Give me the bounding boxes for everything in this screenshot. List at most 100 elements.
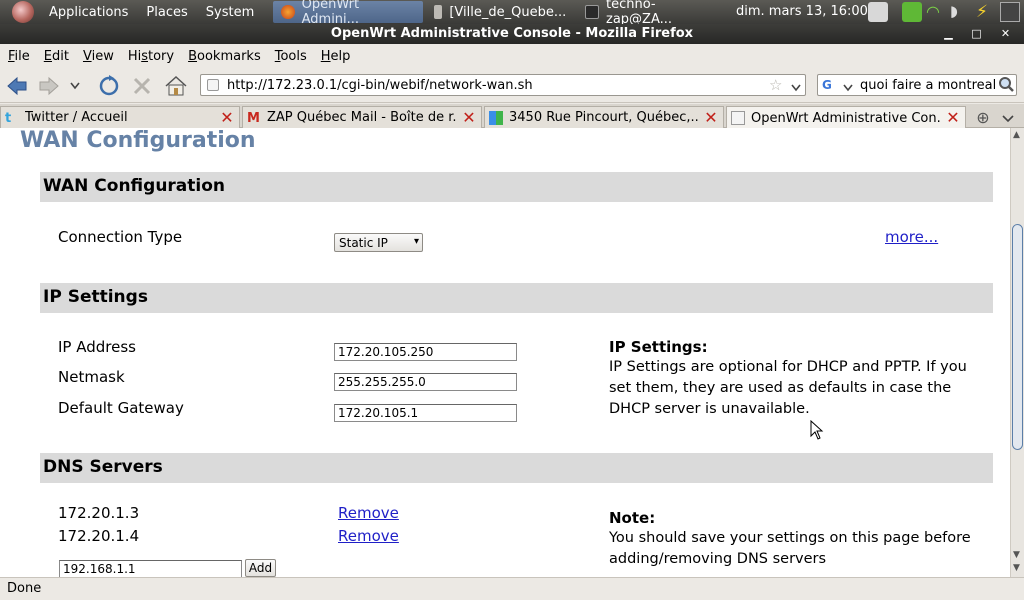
twitter-favicon-icon: t <box>5 110 12 126</box>
maps-favicon-icon <box>489 110 503 125</box>
site-identity-icon[interactable] <box>207 79 219 91</box>
menu-label: ile <box>14 48 30 64</box>
taskbar-firefox[interactable]: OpenWrt Admini... <box>273 0 424 27</box>
connection-type-label: Connection Type <box>58 228 183 246</box>
close-tab-icon[interactable]: ✕ <box>219 109 235 126</box>
window-titlebar: OpenWrt Administrative Console - Mozilla… <box>0 24 1024 44</box>
gmail-favicon-icon: M <box>247 110 260 126</box>
engine-dropdown-icon[interactable] <box>843 81 853 96</box>
menu-label: tory <box>148 48 175 64</box>
system-menu[interactable]: System <box>197 5 263 20</box>
search-input[interactable] <box>860 76 996 94</box>
url-dropdown-icon[interactable] <box>791 81 801 96</box>
scrollbar-thumb[interactable] <box>1012 224 1023 450</box>
taskbar-label: OpenWrt Admini... <box>301 0 360 27</box>
reload-button[interactable] <box>96 73 122 99</box>
history-dropdown[interactable] <box>66 73 84 99</box>
google-engine-icon[interactable]: G <box>822 78 838 92</box>
scroll-down-icon[interactable]: ▼ <box>1013 563 1020 573</box>
tab-zap-mail[interactable]: M ZAP Québec Mail - Boîte de r... ✕ <box>242 106 482 128</box>
taskbar-label: [Ville_de_Quebe... <box>449 4 567 20</box>
menu-edit[interactable]: Edit <box>37 49 76 64</box>
menubar: File Edit View History Bookmarks Tools H… <box>0 44 1024 68</box>
menu-label: ools <box>280 48 307 64</box>
stop-button[interactable] <box>129 73 155 99</box>
tab-openwrt[interactable]: OpenWrt Administrative Con... ✕ <box>726 106 966 129</box>
applications-menu[interactable]: Applications <box>40 5 137 20</box>
ip-help-title: IP Settings: <box>609 338 708 356</box>
add-dns-button[interactable]: Add <box>245 559 276 577</box>
tab-twitter[interactable]: t Twitter / Accueil ✕ <box>0 106 240 128</box>
volume-icon[interactable]: ◗ <box>950 2 970 22</box>
dns-server-2: 172.20.1.4 <box>58 527 140 545</box>
menu-label: elp <box>330 48 351 64</box>
bookmark-star-icon[interactable]: ☆ <box>769 76 782 94</box>
page-scrollbar[interactable]: ▲ ▼ ▼ <box>1010 128 1024 577</box>
page-content: WAN Configuration WAN Configuration Conn… <box>0 128 1010 577</box>
tab-label: Twitter / Accueil <box>25 110 128 125</box>
dns-section-heading: DNS Servers <box>40 453 993 483</box>
forward-arrow-icon <box>39 76 59 96</box>
new-tab-icon[interactable]: ⊕ <box>974 108 992 127</box>
remove-dns-2-link[interactable]: Remove <box>338 527 399 545</box>
menu-file[interactable]: File <box>1 49 37 64</box>
panel-clock[interactable]: dim. mars 13, 16:00 <box>736 4 868 19</box>
search-icon[interactable] <box>998 76 1014 97</box>
taskbar-document[interactable]: [Ville_de_Quebe... <box>426 1 574 23</box>
minimize-button[interactable]: ▁ <box>941 27 956 41</box>
maximize-button[interactable]: □ <box>969 27 984 41</box>
menu-tools[interactable]: Tools <box>268 49 314 64</box>
more-link[interactable]: more... <box>885 228 938 246</box>
page-favicon-icon <box>731 111 745 125</box>
gnome-top-panel: Applications Places System OpenWrt Admin… <box>0 0 1024 27</box>
status-text: Done <box>7 581 42 596</box>
shutdown-icon[interactable] <box>1000 2 1020 22</box>
menu-accel: B <box>188 48 198 64</box>
home-button[interactable] <box>163 73 189 99</box>
power-icon[interactable]: ⚡ <box>976 2 996 22</box>
wan-section-heading: WAN Configuration <box>40 172 993 202</box>
distro-logo-icon[interactable] <box>12 1 34 23</box>
menu-view[interactable]: View <box>76 49 121 64</box>
close-tab-icon[interactable]: ✕ <box>945 110 961 126</box>
wifi-icon[interactable]: ◠ <box>926 2 946 22</box>
close-tab-icon[interactable]: ✕ <box>461 109 477 126</box>
gateway-input[interactable] <box>334 404 517 422</box>
menu-accel: H <box>320 48 331 64</box>
menu-accel: V <box>82 48 92 64</box>
mouse-pointer-icon <box>810 419 824 444</box>
places-menu[interactable]: Places <box>137 5 196 20</box>
remove-dns-1-link[interactable]: Remove <box>338 504 399 522</box>
search-bar[interactable]: G <box>817 74 1017 96</box>
status-bar: Done <box>0 577 1024 600</box>
tab-maps[interactable]: 3450 Rue Pincourt, Québec,... ✕ <box>484 106 724 128</box>
gateway-label: Default Gateway <box>58 399 184 417</box>
tab-list-dropdown-icon[interactable] <box>1002 112 1014 127</box>
battery-icon[interactable] <box>902 2 922 22</box>
url-bar[interactable]: ☆ <box>200 74 806 96</box>
new-dns-input[interactable] <box>59 560 242 577</box>
scroll-down-icon[interactable]: ▼ <box>1013 550 1020 560</box>
menu-bookmarks[interactable]: Bookmarks <box>181 49 268 64</box>
connection-type-select[interactable]: Static IP ▾ <box>334 233 423 252</box>
back-button[interactable] <box>4 73 30 99</box>
ip-address-input[interactable] <box>334 343 517 361</box>
lock-icon[interactable] <box>868 2 888 22</box>
ip-address-label: IP Address <box>58 338 136 356</box>
ip-help-text: IP Settings are optional for DHCP and PP… <box>609 359 967 417</box>
taskbar-terminal[interactable]: techno-zap@ZA... <box>577 0 727 27</box>
menu-help[interactable]: Help <box>314 49 358 64</box>
tab-label: 3450 Rue Pincourt, Québec,... <box>509 110 699 125</box>
firefox-icon <box>281 5 295 19</box>
menu-history[interactable]: History <box>121 49 181 64</box>
scroll-up-icon[interactable]: ▲ <box>1013 130 1020 140</box>
close-tab-icon[interactable]: ✕ <box>703 109 719 126</box>
netmask-input[interactable] <box>334 373 517 391</box>
dns-note-text: You should save your settings on this pa… <box>609 530 971 567</box>
url-input[interactable] <box>227 76 767 94</box>
menu-label: Hi <box>127 48 142 64</box>
document-icon <box>434 5 443 19</box>
forward-button[interactable] <box>36 73 62 99</box>
terminal-icon <box>585 5 599 19</box>
close-window-button[interactable]: ✕ <box>998 27 1013 41</box>
